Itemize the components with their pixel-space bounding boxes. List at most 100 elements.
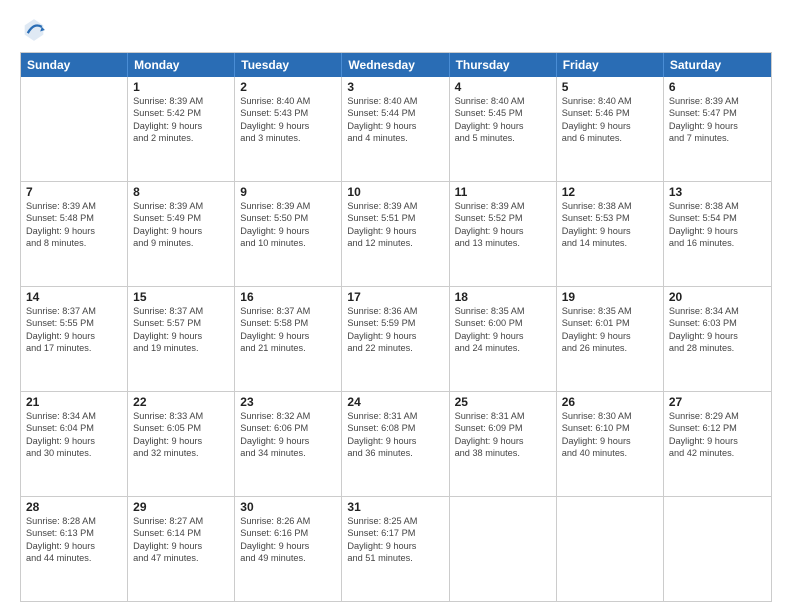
cell-info-line: and 26 minutes. (562, 342, 658, 354)
calendar-cell: 28Sunrise: 8:28 AMSunset: 6:13 PMDayligh… (21, 497, 128, 601)
calendar-cell: 14Sunrise: 8:37 AMSunset: 5:55 PMDayligh… (21, 287, 128, 391)
cell-info-line: Daylight: 9 hours (562, 330, 658, 342)
day-number: 20 (669, 290, 766, 304)
day-number: 7 (26, 185, 122, 199)
calendar-cell: 22Sunrise: 8:33 AMSunset: 6:05 PMDayligh… (128, 392, 235, 496)
calendar-cell: 26Sunrise: 8:30 AMSunset: 6:10 PMDayligh… (557, 392, 664, 496)
cell-info-line: Sunset: 6:03 PM (669, 317, 766, 329)
calendar-cell: 12Sunrise: 8:38 AMSunset: 5:53 PMDayligh… (557, 182, 664, 286)
cell-info-line: Sunrise: 8:38 AM (562, 200, 658, 212)
day-number: 12 (562, 185, 658, 199)
cell-info-line: Sunset: 6:08 PM (347, 422, 443, 434)
cell-info-line: Daylight: 9 hours (240, 540, 336, 552)
day-number: 17 (347, 290, 443, 304)
calendar-week-2: 7Sunrise: 8:39 AMSunset: 5:48 PMDaylight… (21, 182, 771, 287)
cell-info-line: Sunset: 5:58 PM (240, 317, 336, 329)
cell-info-line: Sunset: 6:16 PM (240, 527, 336, 539)
cell-info-line: Sunrise: 8:37 AM (240, 305, 336, 317)
cell-info-line: Daylight: 9 hours (133, 435, 229, 447)
cell-info-line: Sunrise: 8:36 AM (347, 305, 443, 317)
day-number: 6 (669, 80, 766, 94)
calendar-cell: 21Sunrise: 8:34 AMSunset: 6:04 PMDayligh… (21, 392, 128, 496)
calendar-cell: 10Sunrise: 8:39 AMSunset: 5:51 PMDayligh… (342, 182, 449, 286)
cell-info-line: and 24 minutes. (455, 342, 551, 354)
cell-info-line: Daylight: 9 hours (133, 225, 229, 237)
cell-info-line: Sunrise: 8:28 AM (26, 515, 122, 527)
cell-info-line: Daylight: 9 hours (669, 225, 766, 237)
cell-info-line: and 36 minutes. (347, 447, 443, 459)
day-number: 28 (26, 500, 122, 514)
cell-info-line: Sunset: 5:52 PM (455, 212, 551, 224)
cell-info-line: and 12 minutes. (347, 237, 443, 249)
cell-info-line: Sunset: 5:46 PM (562, 107, 658, 119)
cell-info-line: Sunset: 5:55 PM (26, 317, 122, 329)
calendar-cell: 23Sunrise: 8:32 AMSunset: 6:06 PMDayligh… (235, 392, 342, 496)
cell-info-line: Daylight: 9 hours (455, 225, 551, 237)
calendar-cell (557, 497, 664, 601)
calendar-cell: 31Sunrise: 8:25 AMSunset: 6:17 PMDayligh… (342, 497, 449, 601)
calendar-cell: 19Sunrise: 8:35 AMSunset: 6:01 PMDayligh… (557, 287, 664, 391)
calendar-cell: 16Sunrise: 8:37 AMSunset: 5:58 PMDayligh… (235, 287, 342, 391)
cell-info-line: Daylight: 9 hours (562, 225, 658, 237)
cell-info-line: and 19 minutes. (133, 342, 229, 354)
day-number: 23 (240, 395, 336, 409)
calendar-cell: 4Sunrise: 8:40 AMSunset: 5:45 PMDaylight… (450, 77, 557, 181)
calendar-cell (664, 497, 771, 601)
cell-info-line: Daylight: 9 hours (347, 540, 443, 552)
cell-info-line: and 4 minutes. (347, 132, 443, 144)
cell-info-line: Sunset: 5:42 PM (133, 107, 229, 119)
cell-info-line: and 47 minutes. (133, 552, 229, 564)
day-number: 5 (562, 80, 658, 94)
day-number: 18 (455, 290, 551, 304)
cell-info-line: Daylight: 9 hours (347, 435, 443, 447)
cell-info-line: Sunrise: 8:25 AM (347, 515, 443, 527)
cell-info-line: and 16 minutes. (669, 237, 766, 249)
cell-info-line: Sunset: 6:12 PM (669, 422, 766, 434)
day-number: 8 (133, 185, 229, 199)
cal-header-monday: Monday (128, 53, 235, 77)
cell-info-line: and 17 minutes. (26, 342, 122, 354)
cell-info-line: and 3 minutes. (240, 132, 336, 144)
cell-info-line: Sunset: 5:49 PM (133, 212, 229, 224)
cell-info-line: Sunset: 5:50 PM (240, 212, 336, 224)
cell-info-line: Sunset: 5:47 PM (669, 107, 766, 119)
cell-info-line: Sunset: 6:01 PM (562, 317, 658, 329)
cell-info-line: and 38 minutes. (455, 447, 551, 459)
cal-header-saturday: Saturday (664, 53, 771, 77)
cell-info-line: and 22 minutes. (347, 342, 443, 354)
calendar-cell: 15Sunrise: 8:37 AMSunset: 5:57 PMDayligh… (128, 287, 235, 391)
calendar-cell: 6Sunrise: 8:39 AMSunset: 5:47 PMDaylight… (664, 77, 771, 181)
calendar-cell (450, 497, 557, 601)
cal-header-sunday: Sunday (21, 53, 128, 77)
cell-info-line: and 2 minutes. (133, 132, 229, 144)
cell-info-line: Sunrise: 8:35 AM (562, 305, 658, 317)
calendar-cell: 27Sunrise: 8:29 AMSunset: 6:12 PMDayligh… (664, 392, 771, 496)
cell-info-line: Sunrise: 8:40 AM (455, 95, 551, 107)
day-number: 19 (562, 290, 658, 304)
cell-info-line: Daylight: 9 hours (26, 225, 122, 237)
cell-info-line: Sunset: 5:43 PM (240, 107, 336, 119)
day-number: 11 (455, 185, 551, 199)
cell-info-line: Daylight: 9 hours (347, 330, 443, 342)
cell-info-line: Sunset: 6:00 PM (455, 317, 551, 329)
cell-info-line: and 28 minutes. (669, 342, 766, 354)
cell-info-line: Sunrise: 8:39 AM (347, 200, 443, 212)
cell-info-line: Sunset: 5:59 PM (347, 317, 443, 329)
cell-info-line: Sunrise: 8:29 AM (669, 410, 766, 422)
logo-icon (20, 16, 48, 44)
cell-info-line: Sunset: 5:57 PM (133, 317, 229, 329)
cell-info-line: Daylight: 9 hours (455, 435, 551, 447)
cell-info-line: Sunrise: 8:39 AM (133, 95, 229, 107)
cell-info-line: Daylight: 9 hours (669, 435, 766, 447)
cell-info-line: Daylight: 9 hours (455, 120, 551, 132)
cell-info-line: Daylight: 9 hours (240, 225, 336, 237)
calendar-cell: 5Sunrise: 8:40 AMSunset: 5:46 PMDaylight… (557, 77, 664, 181)
cell-info-line: and 14 minutes. (562, 237, 658, 249)
cell-info-line: Sunrise: 8:34 AM (26, 410, 122, 422)
cell-info-line: and 5 minutes. (455, 132, 551, 144)
calendar-cell: 25Sunrise: 8:31 AMSunset: 6:09 PMDayligh… (450, 392, 557, 496)
cell-info-line: Sunrise: 8:39 AM (240, 200, 336, 212)
cell-info-line: Daylight: 9 hours (347, 225, 443, 237)
cell-info-line: Sunrise: 8:34 AM (669, 305, 766, 317)
calendar-body: 1Sunrise: 8:39 AMSunset: 5:42 PMDaylight… (21, 77, 771, 601)
